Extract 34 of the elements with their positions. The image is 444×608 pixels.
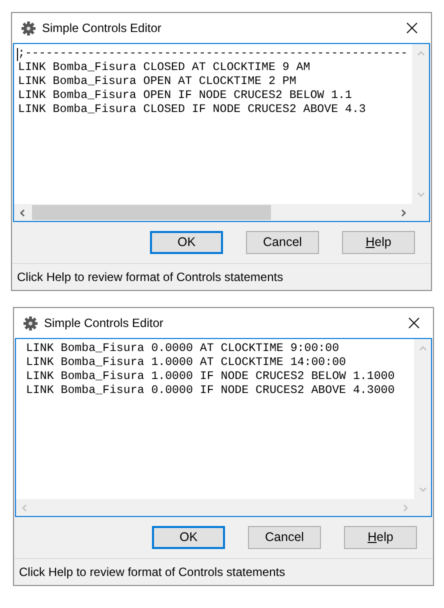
horizontal-scrollbar[interactable]: [14, 204, 412, 221]
code-line: LINK Bomba_Fisura OPEN AT CLOCKTIME 2 PM: [18, 75, 296, 89]
code-line: LINK Bomba_Fisura 0.0000 IF NODE CRUCES2 ABOVE 4.3000: [24, 384, 395, 398]
code-line: LINK Bomba_Fisura CLOSED AT CLOCKTIME 9 AM: [18, 61, 310, 75]
text-caret: [17, 48, 18, 61]
code-line: LINK Bomba_Fisura OPEN IF NODE CRUCES2 BELOW 1.1: [18, 89, 352, 103]
vertical-scrollbar[interactable]: [412, 44, 429, 204]
dialog-button[interactable]: Help: [344, 526, 417, 549]
code-line: LINK Bomba_Fisura CLOSED IF NODE CRUCES2 ABOVE 4.3: [18, 103, 366, 117]
code-line: ;-------------------------------------------------------: [18, 47, 408, 61]
dialog-button[interactable]: Cancel: [246, 231, 319, 254]
scroll-up-icon[interactable]: [416, 48, 426, 58]
code-line: LINK Bomba_Fisura 0.0000 AT CLOCKTIME 9:00:00: [24, 342, 340, 356]
scroll-down-icon[interactable]: [416, 190, 426, 200]
close-icon[interactable]: [406, 22, 418, 34]
close-icon[interactable]: [408, 317, 420, 329]
window-title: Simple Controls Editor: [42, 20, 162, 37]
dialog-button[interactable]: OK: [152, 526, 225, 549]
dialog-button[interactable]: Help: [342, 231, 415, 254]
status-text: Click Help to review format of Controls statements: [17, 269, 284, 286]
text-editor[interactable]: LINK Bomba_Fisura 0.0000 AT CLOCKTIME 9:00:00 LINK Bomba_Fisura 1.0000 AT CLOCKTIME 14:00:00 LINK Bomba_Fisura 1.0000 IF NODE CRUCES2 BELOW 1.1000 LINK Bomba_Fisura 0.0000 IF NODE CRUCES2 ABOVE 4.3000: [15, 338, 432, 517]
scroll-down-icon[interactable]: [418, 485, 428, 495]
dialog-button[interactable]: OK: [150, 231, 223, 254]
scroll-up-icon[interactable]: [418, 343, 428, 353]
vertical-scrollbar[interactable]: [414, 339, 431, 499]
text-editor[interactable]: [13, 43, 430, 222]
scrollbar-thumb[interactable]: [32, 205, 271, 220]
gear-icon: [23, 316, 38, 330]
gear-icon: [21, 20, 36, 36]
code-line: LINK Bomba_Fisura 1.0000 AT CLOCKTIME 14:00:00: [24, 356, 346, 370]
status-text: Click Help to review format of Controls statements: [19, 564, 286, 581]
dialog-button[interactable]: Cancel: [248, 526, 321, 549]
window-title: Simple Controls Editor: [44, 315, 164, 332]
code-line: LINK Bomba_Fisura 1.0000 IF NODE CRUCES2 BELOW 1.1000: [24, 370, 395, 384]
